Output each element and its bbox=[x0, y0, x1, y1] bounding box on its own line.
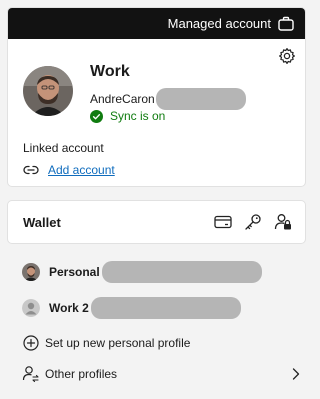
personal-avatar bbox=[22, 263, 40, 281]
other-profiles-button[interactable]: Other profiles bbox=[22, 363, 300, 385]
add-account-link[interactable]: Add account bbox=[48, 163, 115, 177]
add-account-row: Add account bbox=[23, 163, 115, 177]
profile-avatar bbox=[23, 66, 73, 116]
personal-info-icon[interactable] bbox=[274, 213, 292, 231]
profile-name: Work bbox=[90, 63, 130, 80]
settings-gear-icon[interactable] bbox=[278, 47, 296, 65]
chevron-right-icon bbox=[292, 368, 300, 380]
profile-item-name: Personal bbox=[49, 265, 100, 279]
email-text: AndreCaron bbox=[90, 92, 155, 106]
sync-status-text: Sync is on bbox=[110, 109, 166, 123]
profiles-switch-icon bbox=[22, 365, 40, 383]
redacted-email bbox=[90, 297, 241, 319]
redacted-email bbox=[101, 261, 262, 283]
add-circle-icon bbox=[22, 335, 40, 351]
profile-item-personal[interactable]: Personal bbox=[22, 261, 300, 283]
redacted-email bbox=[155, 88, 246, 110]
password-key-icon[interactable] bbox=[244, 213, 262, 231]
profile-item-name: Work 2 bbox=[49, 301, 89, 315]
setup-new-profile-label: Set up new personal profile bbox=[45, 336, 191, 350]
sync-check-icon bbox=[90, 109, 103, 123]
other-profiles-label: Other profiles bbox=[45, 367, 118, 381]
briefcase-icon bbox=[278, 16, 294, 31]
profile-item-work-2[interactable]: Work 2 bbox=[22, 297, 300, 319]
wallet-title: Wallet bbox=[23, 214, 61, 230]
profile-email: AndreCaron bbox=[90, 88, 246, 110]
generic-avatar-icon bbox=[22, 299, 40, 317]
managed-account-bar: Managed account bbox=[8, 8, 305, 39]
link-icon bbox=[23, 165, 39, 175]
managed-account-label: Managed account bbox=[167, 16, 271, 31]
wallet-card[interactable]: Wallet bbox=[7, 200, 306, 244]
profile-card: Managed account Work AndreCaron Sync is … bbox=[7, 7, 306, 187]
payment-card-icon[interactable] bbox=[214, 215, 232, 229]
setup-new-profile-button[interactable]: Set up new personal profile bbox=[22, 332, 300, 354]
sync-status: Sync is on bbox=[90, 109, 165, 123]
linked-account-label: Linked account bbox=[23, 141, 104, 155]
